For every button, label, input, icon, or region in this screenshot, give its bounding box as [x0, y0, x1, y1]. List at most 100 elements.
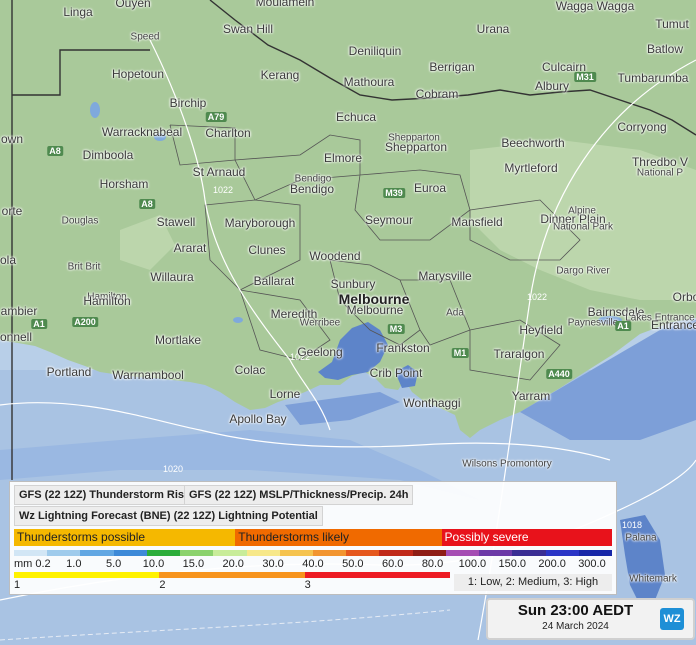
place-label: Heyfield — [519, 323, 563, 337]
thunderstorm-risk-scale: Thunderstorms possible Thunderstorms like… — [14, 529, 612, 546]
place-label: Apollo Bay — [229, 412, 287, 426]
place-label: Geelong — [297, 345, 343, 359]
lightning-scale-labels: 1 2 3 — [14, 579, 450, 591]
precip-label: mm 0.2 — [14, 558, 51, 570]
precip-swatch — [578, 550, 612, 556]
place-label: Crib Point — [369, 366, 423, 380]
place-label: Alpine — [568, 205, 596, 217]
isobar-label: 1022 — [213, 185, 233, 195]
place-label: Clunes — [248, 243, 286, 257]
lake — [233, 317, 243, 323]
place-label: Corryong — [617, 120, 667, 134]
place-label: Sunbury — [330, 277, 376, 291]
precip-swatch — [445, 550, 480, 556]
place-label: Warracknabeal — [101, 125, 183, 139]
place-label: Euroa — [413, 181, 447, 195]
precip-swatch — [47, 550, 81, 556]
lightning-label: 1 — [14, 579, 21, 591]
place-label: Frankston — [376, 341, 430, 355]
place-label: Swan Hill — [222, 22, 274, 36]
precip-swatch — [545, 550, 579, 556]
place-label: National P — [636, 167, 684, 179]
place-label: Hopetoun — [111, 67, 165, 81]
road-shield: M31 — [574, 72, 596, 82]
place-label: Entrance — [650, 318, 696, 332]
place-label: Maryborough — [224, 216, 296, 230]
place-label: Wonthaggi — [403, 396, 461, 410]
road-shield: A440 — [546, 369, 572, 379]
place-label: Linga — [63, 5, 93, 19]
layer-tab-mslp-precip[interactable]: GFS (22 12Z) MSLP/Thickness/Precip. 24h — [184, 485, 414, 505]
lightning-swatch — [256, 572, 305, 578]
place-label: Ballarat — [253, 274, 295, 288]
place-label: Woodend — [309, 249, 361, 263]
lightning-color-scale — [14, 572, 450, 578]
place-label: Willaura — [150, 270, 194, 284]
road-shield: A79 — [205, 112, 227, 122]
place-label: National Park — [552, 221, 614, 233]
precip-label: 60.0 — [381, 558, 404, 570]
layer-tab-lightning[interactable]: Wz Lightning Forecast (BNE) (22 12Z) Lig… — [14, 506, 323, 526]
place-label: Portland — [46, 365, 92, 379]
place-label: Moulamein — [255, 0, 315, 9]
place-label: Traralgon — [493, 347, 545, 361]
precip-swatch — [412, 550, 446, 556]
place-label: Orbo — [672, 290, 696, 304]
precip-label: 40.0 — [302, 558, 324, 570]
risk-level: Thunderstorms likely — [235, 529, 442, 546]
lightning-swatch — [110, 572, 160, 578]
place-label: Brit Brit — [67, 261, 101, 273]
weatherzone-logo[interactable]: WZ — [660, 608, 684, 630]
place-label: Yarram — [511, 389, 551, 403]
lightning-swatch — [62, 572, 111, 578]
place-label: Horsham — [99, 177, 149, 191]
precip-swatch — [80, 550, 114, 556]
road-shield: A200 — [72, 317, 98, 327]
isobar-label: 1020 — [163, 464, 183, 474]
layer-tab-thunderstorm-risk[interactable]: GFS (22 12Z) Thunderstorm Risk — [14, 485, 196, 505]
place-label: Speed — [130, 31, 160, 43]
place-label: Kerang — [260, 68, 300, 82]
place-label: Marysville — [418, 269, 472, 283]
road-shield: M1 — [451, 348, 469, 358]
lake — [90, 102, 100, 118]
place-label: Mansfield — [451, 215, 503, 229]
road-shield: A1 — [615, 321, 631, 331]
precip-label: 150.0 — [498, 558, 526, 570]
place-label: Colac — [234, 363, 266, 377]
precip-label: 15.0 — [182, 558, 205, 570]
place-label: Stawell — [156, 215, 196, 229]
place-label: Mathoura — [343, 75, 395, 89]
precip-label: 80.0 — [421, 558, 444, 570]
place-label: Lorne — [269, 387, 301, 401]
place-label: Hamilton — [83, 294, 131, 308]
place-label: Deniliquin — [348, 44, 402, 58]
place-label: Urana — [476, 22, 510, 36]
place-label: Shepparton — [384, 140, 448, 154]
precip-label: 30.0 — [262, 558, 284, 570]
precip-label: 10.0 — [142, 558, 165, 570]
place-label: Melbourne — [346, 303, 404, 317]
place-label: Beechworth — [501, 136, 565, 150]
place-label: Tumbarumba — [617, 71, 689, 85]
place-label: Echuca — [335, 110, 377, 124]
place-label: Ararat — [173, 241, 207, 255]
place-label: Berrigan — [429, 60, 475, 74]
place-label: Dimboola — [82, 148, 134, 162]
place-label: Warrnambool — [112, 368, 184, 382]
isobar-label: 1022 — [527, 292, 547, 302]
precip-label: 100.0 — [458, 558, 487, 570]
precip-swatch — [279, 550, 313, 556]
place-label: Mortlake — [154, 333, 202, 347]
place-label: Myrtleford — [504, 161, 558, 175]
place-label: Dargo River — [556, 265, 610, 277]
precip-swatch — [512, 550, 546, 556]
precip-label: 5.0 — [106, 558, 122, 570]
place-label: Wilsons Promontory — [462, 458, 552, 470]
place-label: Palana — [625, 532, 657, 544]
place-label: Batlow — [646, 42, 684, 56]
place-label: Paynesville — [567, 317, 619, 329]
precip-label: 20.0 — [222, 558, 244, 570]
lightning-key: 1: Low, 2: Medium, 3: High — [454, 574, 612, 591]
place-label: ola — [0, 253, 17, 267]
